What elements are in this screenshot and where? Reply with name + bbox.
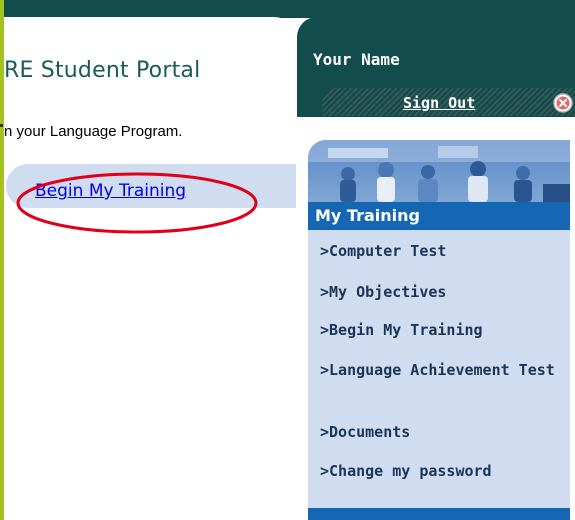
intro-text: n your Language Program. bbox=[4, 123, 183, 140]
text-cursor bbox=[0, 124, 3, 127]
sidebar-item-documents[interactable]: >Documents bbox=[320, 423, 565, 441]
sidebar-item-language-achievement-test[interactable]: >Language Achievement Test bbox=[320, 361, 565, 379]
panel-bottom-bar bbox=[308, 508, 570, 520]
red-ellipse-annotation bbox=[16, 172, 258, 234]
close-icon[interactable] bbox=[552, 92, 574, 114]
user-name: Your Name bbox=[313, 50, 400, 69]
sidebar-item-computer-test[interactable]: >Computer Test bbox=[320, 242, 565, 260]
my-training-header: My Training bbox=[308, 202, 570, 230]
sidebar-item-change-my-password[interactable]: >Change my password bbox=[320, 462, 565, 480]
students-photo bbox=[308, 140, 570, 202]
sign-out-link[interactable]: Sign Out bbox=[403, 94, 475, 112]
sidebar-item-begin-my-training[interactable]: >Begin My Training bbox=[320, 321, 565, 339]
top-header-bar bbox=[0, 0, 575, 18]
sidebar-item-my-objectives[interactable]: >My Objectives bbox=[320, 283, 565, 301]
my-training-panel: My Training >Computer Test >My Objective… bbox=[308, 140, 570, 520]
portal-title: RE Student Portal bbox=[4, 58, 201, 83]
